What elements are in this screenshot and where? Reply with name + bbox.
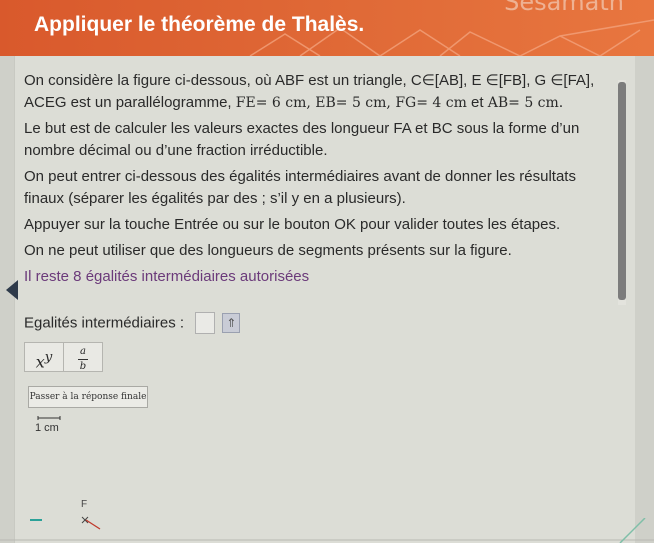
statement-paragraph-1: On considère la figure ci-dessous, où AB… (24, 70, 614, 114)
statement-line-2-text: ACEG est un parallélogramme, (24, 94, 236, 111)
statement-line-1: On considère la figure ci-dessous, où AB… (24, 72, 595, 89)
final-answer-button[interactable]: Passer à la réponse finale (28, 386, 148, 408)
statement-length-ab: AB= 5 cm. (487, 95, 564, 111)
statement-paragraph-3: On peut entrer ci-dessous des égalités i… (24, 168, 576, 207)
fraction-bar (78, 359, 88, 360)
statement-paragraph-2: Le but est de calculer les valeurs exact… (24, 120, 580, 159)
statement-and: et (466, 94, 488, 111)
remaining-count-text: Il reste 8 égalités intermédiaires autor… (24, 268, 310, 285)
statement-paragraph-4: Appuyer sur la touche Entrée ou sur le b… (24, 216, 561, 233)
math-toolbar: xy a b (24, 342, 103, 372)
scale-label: 1 cm (35, 422, 59, 434)
scale-bar (37, 416, 61, 420)
bottom-decoration (0, 518, 654, 543)
page-title: Appliquer le théorème de Thalès. (34, 13, 365, 36)
collapse-arrow-icon[interactable] (6, 280, 18, 300)
intermediate-input-row: Egalités intermédiaires : ⇑ (24, 312, 241, 334)
fraction-button[interactable]: ab (63, 342, 103, 372)
exercise-statement: On considère la figure ci-dessous, où AB… (24, 70, 614, 292)
intermediate-input-field[interactable] (195, 312, 216, 334)
brand-logo: Sesamath (504, 0, 624, 16)
header-bar: Sesamath Appliquer le théorème de Thalès… (0, 0, 654, 56)
fraction-numerator: a (80, 346, 86, 357)
power-button[interactable]: xy (24, 342, 64, 372)
power-base: x (35, 352, 45, 372)
scrollbar-thumb[interactable] (618, 82, 626, 300)
point-f-label: F (81, 499, 87, 510)
fraction-denominator: b (79, 361, 87, 372)
power-exponent: y (44, 350, 53, 365)
intermediate-input-label: Egalités intermédiaires : (24, 314, 185, 332)
statement-lengths: FE= 6 cm, EB= 5 cm, FG= 4 cm (235, 95, 467, 111)
expand-arrow-icon[interactable]: ⇑ (222, 313, 241, 333)
statement-paragraph-5: On ne peut utiliser que des longueurs de… (24, 242, 512, 259)
